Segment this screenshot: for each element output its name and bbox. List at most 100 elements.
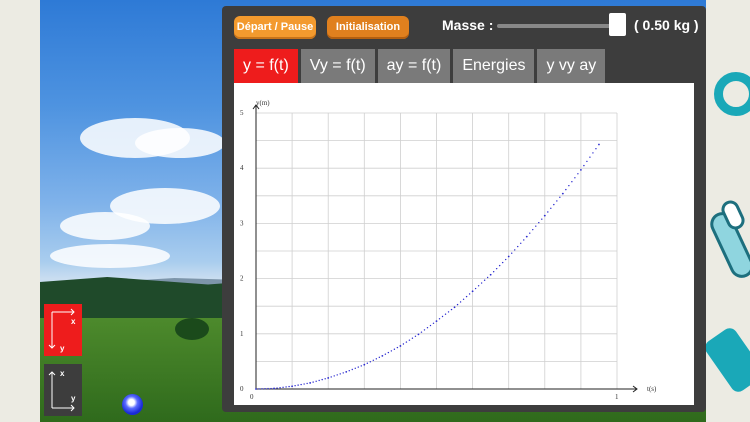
data-point <box>561 192 564 195</box>
curve-dot <box>511 252 513 254</box>
axis-btn1-x-label: x <box>71 317 76 326</box>
left-decoration <box>0 0 40 422</box>
data-point <box>291 385 293 388</box>
curve-dot <box>441 315 444 318</box>
curve-dot <box>432 322 435 325</box>
curve-dot <box>574 177 576 179</box>
curve-dot <box>595 147 597 150</box>
plot-area: 0 1 2 3 4 5 0 1 y(m) t(s) <box>234 83 694 405</box>
y-tick-label: 3 <box>240 219 244 227</box>
curve-dot <box>465 295 468 298</box>
curve-dot <box>486 276 489 279</box>
chart-series <box>255 143 600 390</box>
axis-orientation-y-down-button[interactable]: x y <box>44 304 82 356</box>
y-tick-label: 2 <box>240 275 244 283</box>
tab-ay-of-t[interactable]: ay = f(t) <box>377 49 451 83</box>
data-point <box>543 214 546 217</box>
chart-grid <box>256 112 618 389</box>
curve-dot <box>384 353 387 355</box>
curve-dot <box>306 382 308 385</box>
curve-dot <box>498 264 501 267</box>
curve-dot <box>378 356 381 359</box>
tab-y-of-t[interactable]: y = f(t) <box>234 49 298 83</box>
curve-dot <box>408 339 411 341</box>
curve-dot <box>318 379 320 382</box>
curve-dot <box>288 385 290 388</box>
blue-ball[interactable] <box>122 394 143 415</box>
curve-dot <box>501 261 504 264</box>
mass-label: Masse : <box>442 17 494 33</box>
mass-slider-track[interactable] <box>497 24 619 28</box>
curve-dot <box>535 225 537 227</box>
data-point <box>399 345 402 347</box>
chart-axes <box>252 104 638 393</box>
curve-dot <box>468 293 471 295</box>
curve-dot <box>414 335 417 337</box>
curve-dot <box>577 173 579 175</box>
data-point <box>507 255 510 258</box>
curve-dot <box>285 386 287 388</box>
mass-value: ( 0.50 kg ) <box>634 17 699 33</box>
curve-dot <box>429 324 432 327</box>
curve-dot <box>438 318 441 320</box>
curve-dot <box>303 383 305 385</box>
curve-dot <box>300 383 302 386</box>
curve-dot <box>492 271 495 273</box>
curve-dot <box>405 341 408 343</box>
data-point <box>598 143 600 146</box>
x-tick-label: 0 <box>250 393 254 401</box>
curve-dot <box>532 228 534 231</box>
curve-dot <box>477 285 480 287</box>
initialisation-button[interactable]: Initialisation <box>327 16 409 39</box>
tab-y-vy-ay[interactable]: y vy ay <box>537 49 606 83</box>
curve-dot <box>568 184 570 187</box>
x-axis-label: t(s) <box>647 385 657 393</box>
curve-dot <box>372 359 375 361</box>
mass-slider-thumb[interactable] <box>609 13 626 36</box>
curve-dot <box>483 279 486 281</box>
curve-dot <box>264 388 266 390</box>
start-pause-button[interactable]: Départ / Pause <box>234 16 316 39</box>
curve-dot <box>523 239 525 241</box>
curve-dot <box>541 218 543 220</box>
curve-dot <box>592 152 594 154</box>
curve-dot <box>333 375 335 377</box>
right-decoration <box>706 0 750 422</box>
tab-energies[interactable]: Energies <box>453 49 535 83</box>
curve-dot <box>357 366 359 368</box>
curve-dot <box>369 361 372 363</box>
curve-dot <box>538 221 540 224</box>
curve-dot <box>420 331 423 333</box>
curve-dot <box>393 348 396 350</box>
curve-dot <box>556 200 558 202</box>
curve-dot <box>354 367 356 369</box>
curve-dot <box>324 378 326 380</box>
data-point <box>363 363 366 366</box>
curve-dot <box>586 160 588 163</box>
curve-dot <box>282 386 284 389</box>
data-point <box>417 333 420 336</box>
curve-dot <box>559 196 561 198</box>
curve-dot <box>456 303 459 306</box>
axis-btn1-y-label: y <box>60 344 65 353</box>
y-tick-label: 4 <box>240 164 244 172</box>
curve-dot <box>312 381 314 383</box>
tab-vy-of-t[interactable]: Vy = f(t) <box>300 49 375 83</box>
curve-dot <box>258 388 260 390</box>
curve-dot <box>517 245 519 248</box>
curve-dot <box>447 311 450 313</box>
curve-dot <box>583 164 585 167</box>
curve-dot <box>529 232 531 234</box>
y-tick-label: 5 <box>240 109 244 117</box>
curve-dot <box>315 380 317 382</box>
axis-orientation-y-up-button[interactable]: x y <box>44 364 82 416</box>
curve-dot <box>480 282 483 284</box>
curve-dot <box>390 350 393 352</box>
curve-dot <box>450 308 453 311</box>
curve-dot <box>514 249 516 251</box>
curve-dot <box>321 378 323 381</box>
curve-dot <box>423 329 426 331</box>
position-chart: 0 1 2 3 4 5 0 1 y(m) t(s) <box>240 99 657 401</box>
curve-dot <box>297 384 299 386</box>
data-point <box>381 354 384 357</box>
